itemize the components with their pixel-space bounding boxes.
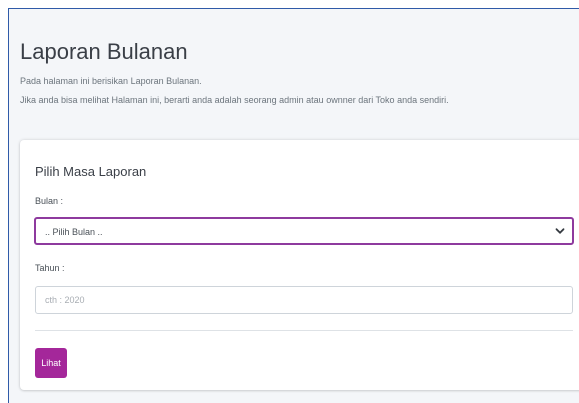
tahun-input[interactable] [35, 286, 573, 314]
page-title: Laporan Bulanan [20, 39, 188, 64]
bulan-select[interactable]: .. Pilih Bulan .. [34, 217, 574, 245]
tahun-label: Tahun : [35, 263, 65, 273]
bulan-label: Bulan : [35, 196, 64, 206]
chevron-down-icon [555, 228, 565, 234]
form-divider [35, 330, 573, 331]
page-description-note: Jika anda bisa melihat Halaman ini, bera… [20, 95, 449, 105]
card-title: Pilih Masa Laporan [35, 164, 147, 179]
page-description: Pada halaman ini berisikan Laporan Bulan… [20, 76, 202, 86]
content-frame: Laporan Bulanan Pada halaman ini berisik… [8, 8, 579, 403]
report-filter-card: Pilih Masa Laporan Bulan : .. Pilih Bula… [20, 140, 579, 390]
bulan-select-value: .. Pilih Bulan .. [45, 227, 103, 237]
lihat-button[interactable]: Lihat [35, 348, 67, 378]
